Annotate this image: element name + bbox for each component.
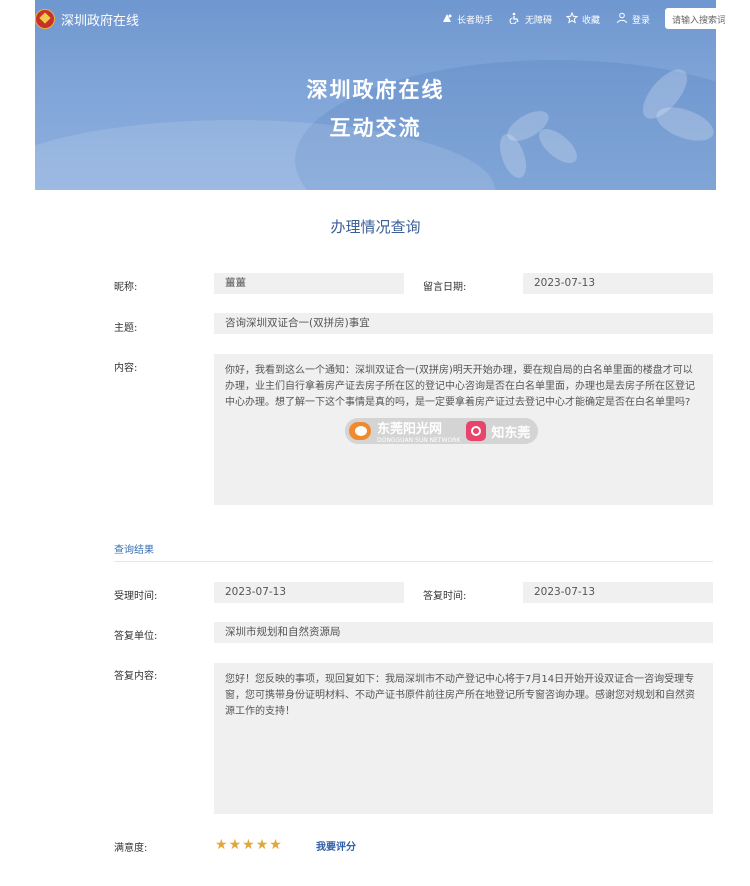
divider [114, 561, 713, 562]
watermark-text-2: 知东莞 [491, 425, 531, 441]
reply-unit-label: 答复单位: [114, 631, 158, 642]
watermark-text: 东莞阳光网 [377, 422, 443, 437]
accessibility-icon [509, 12, 521, 26]
zhidongguan-logo-icon [466, 421, 487, 441]
banner-title-line1: 深圳政府在线 [306, 78, 445, 102]
page-title: 办理情况查询 [330, 218, 421, 236]
reply-time-label: 答复时间: [423, 591, 467, 602]
star-icon: ★ [255, 837, 269, 853]
star-outline-icon [565, 11, 579, 26]
nav-accessibility[interactable]: 无障碍 [509, 12, 552, 26]
nav-label: 长者助手 [457, 15, 494, 26]
sun-logo-icon [349, 422, 371, 440]
nav-label: 无障碍 [525, 15, 553, 26]
watermark: 东莞阳光网 DONGGUAN SUN NETWORK 知东莞 [345, 418, 539, 444]
nav-login[interactable]: 登录 [616, 12, 650, 26]
star-icon: ★ [269, 837, 282, 853]
star-icon: ★ [215, 837, 228, 853]
page: 深圳政府在线 互动交流 深圳政府在线 长者助手 无障碍 收藏 登录 请输入搜索词… [35, 0, 725, 886]
nav-label: 登录 [632, 15, 651, 26]
elder-icon [441, 12, 453, 26]
nav-label: 收藏 [582, 15, 601, 26]
top-bar: 深圳政府在线 长者助手 无障碍 收藏 登录 请输入搜索词 [35, 0, 725, 38]
star-icon: ★ [228, 837, 242, 853]
content-label: 内容: [114, 363, 138, 374]
rate-link[interactable]: 我要评分 [316, 838, 356, 853]
nickname-value: 薑薑 [214, 273, 404, 294]
nickname-label: 昵称: [114, 282, 138, 293]
banner-title-line2: 互动交流 [329, 116, 422, 140]
message-date-label: 留言日期: [423, 282, 467, 293]
result-section-title: 查询结果 [114, 545, 154, 556]
accept-time-value: 2023-07-13 [214, 582, 404, 603]
site-name[interactable]: 深圳政府在线 [61, 10, 139, 29]
nav-favorite[interactable]: 收藏 [565, 11, 601, 26]
reply-time-value: 2023-07-13 [523, 582, 713, 603]
user-icon [616, 12, 628, 26]
watermark-badge: 东莞阳光网 DONGGUAN SUN NETWORK 知东莞 [345, 418, 539, 444]
star-icon: ★ [242, 837, 255, 853]
search-input[interactable]: 请输入搜索词 [665, 8, 725, 29]
watermark-text-group: 东莞阳光网 DONGGUAN SUN NETWORK [377, 418, 460, 444]
subject-value: 咨询深圳双证合一(双拼房)事宜 [214, 313, 713, 334]
watermark-subtext: DONGGUAN SUN NETWORK [377, 437, 461, 444]
subject-label: 主题: [114, 323, 138, 334]
rating-stars: ★ ★ ★ ★ ★ [215, 838, 283, 852]
reply-unit-value: 深圳市规划和自然资源局 [214, 622, 713, 643]
reply-content-label: 答复内容: [114, 671, 158, 682]
nav-elder-assistant[interactable]: 长者助手 [441, 12, 493, 26]
national-emblem-icon[interactable] [35, 9, 55, 29]
message-date-value: 2023-07-13 [523, 273, 713, 294]
satisfaction-label: 满意度: [114, 843, 148, 854]
reply-content-value: 您好！您反映的事项，现回复如下：我局深圳市不动产登记中心将于7月14日开始开设双… [214, 663, 713, 814]
accept-time-label: 受理时间: [114, 591, 158, 602]
